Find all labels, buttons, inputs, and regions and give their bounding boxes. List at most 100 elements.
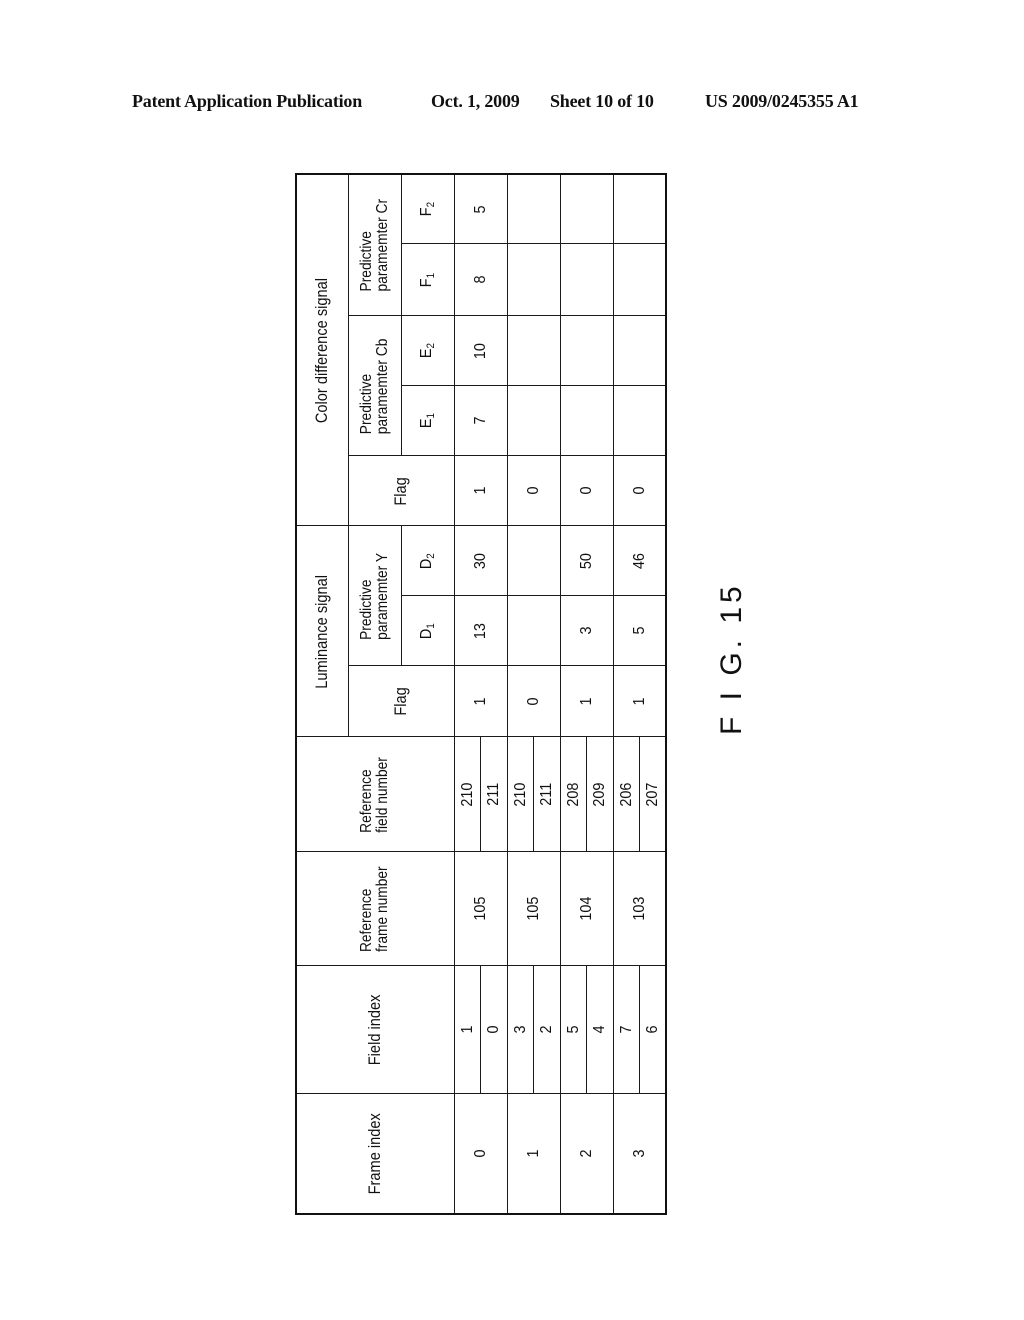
cell-frame-index-value: 0 (472, 1149, 489, 1158)
cell-d2 (507, 526, 560, 596)
cell-field-index-sub-cell: 4 (587, 967, 613, 1094)
cell-reference-field-number: 206 207 (613, 737, 666, 852)
header-reference-field-number: Reference field number (296, 737, 454, 852)
cell-reference-field-number-value: 206 (617, 782, 635, 807)
cell-d1-value: 13 (472, 622, 489, 640)
cell-d1: 5 (613, 596, 666, 666)
header-pred-cb-text: Predictive paramemter Cb (358, 338, 391, 434)
cell-field-index-split: 32 (507, 966, 560, 1094)
cell-luma-flag-value: 1 (630, 697, 648, 706)
header-line: field number (374, 756, 392, 833)
header-frame-index: Frame index (296, 1094, 454, 1214)
cell-reference-field-number-value: 209 (591, 782, 609, 807)
cell-f1 (560, 244, 613, 316)
cell-e1 (560, 386, 613, 456)
cell-d2-value: 30 (472, 552, 489, 570)
cell-f2 (560, 173, 613, 244)
header-line: frame number (374, 866, 392, 952)
cell-f1 (507, 244, 560, 316)
cell-e1: 7 (454, 386, 507, 456)
cell-reference-frame-number: 104 (560, 852, 613, 966)
cell-d2: 30 (454, 526, 507, 596)
cell-chroma-flag: 1 (454, 456, 507, 526)
header-luminance-signal: Luminance signal (296, 526, 348, 737)
cell-field-index-split: 76 (613, 966, 666, 1094)
cell-f2 (507, 173, 560, 244)
param-letter: D (418, 558, 435, 569)
sheet-number: Sheet 10 of 10 (550, 91, 654, 111)
cell-f2 (613, 173, 666, 244)
cell-reference-field-number-value: 211 (538, 783, 556, 806)
header-field-index: Field index (296, 966, 454, 1094)
cell-frame-index-value: 2 (578, 1149, 595, 1158)
cell-frame-index-value: 3 (630, 1149, 648, 1158)
cell-field-index-value: 7 (617, 1025, 635, 1035)
cell-field-index-split: 54 (560, 966, 613, 1094)
table-row: 1 3 2 105 210 211 0 0 (507, 173, 560, 1214)
cell-field-index: 54 (560, 966, 613, 1094)
cell-luma-flag: 1 (560, 666, 613, 737)
cell-d1: 3 (560, 596, 613, 666)
param-letter: F (418, 278, 435, 288)
cell-luma-flag: 1 (613, 666, 666, 737)
cell-d2: 46 (613, 526, 666, 596)
cell-e1-value: 7 (472, 416, 489, 426)
cell-field-index: 32 (507, 966, 560, 1094)
cell-reference-frame-number-value: 103 (630, 896, 648, 922)
header-luma-flag: Flag (348, 666, 454, 737)
cell-d1-value: 3 (578, 626, 595, 636)
header-pred-y-text: Predictive paramemter Y (358, 553, 391, 640)
cell-chroma-flag: 0 (507, 456, 560, 526)
cell-reference-frame-number: 105 (507, 852, 560, 966)
param-letter: E (418, 348, 435, 359)
cell-field-index-value: 6 (643, 1025, 661, 1035)
cell-luma-flag-value: 1 (578, 697, 595, 706)
cell-chroma-flag: 0 (613, 456, 666, 526)
cell-reference-field-number-value: 211 (485, 783, 503, 806)
cell-chroma-flag-value: 0 (630, 486, 648, 496)
cell-chroma-flag-value: 0 (525, 486, 542, 496)
header-frame-index-text: Frame index (365, 1113, 385, 1195)
cell-chroma-flag-value: 0 (578, 486, 595, 496)
cell-reference-field-number-sub-cell: 207 (640, 738, 665, 852)
cell-chroma-flag-value: 1 (472, 486, 489, 496)
header-line: Reference (358, 888, 376, 952)
cell-reference-field-number-split: 206 207 (613, 737, 666, 852)
cell-reference-field-number-split: 208 209 (560, 737, 613, 852)
cell-field-index-sub-cell: 2 (534, 967, 560, 1094)
header-d1: D1 (401, 596, 454, 666)
cell-d1 (507, 596, 560, 666)
cell-reference-frame-number-value: 104 (578, 896, 595, 922)
cell-d2-value: 50 (578, 552, 595, 570)
cell-field-index-value: 4 (591, 1025, 609, 1035)
cell-f1 (613, 244, 666, 316)
cell-reference-frame-number: 103 (613, 852, 666, 966)
cell-field-index-sub-cell: 1 (454, 966, 481, 1094)
header-color-difference-signal-text: Color difference signal (312, 277, 332, 423)
cell-luma-flag-value: 1 (472, 697, 489, 706)
cell-reference-field-number-split: 210 211 (454, 737, 507, 852)
header-color-difference-signal: Color difference signal (296, 173, 348, 526)
header-row-group: Frame index Field index Reference frame n… (296, 173, 454, 1214)
header-pred-cr-text: Predictive paramemter Cr (358, 198, 391, 292)
header-line: paramemter Cr (373, 198, 391, 292)
cell-frame-index: 2 (560, 1094, 613, 1214)
header-luminance-signal-text: Luminance signal (312, 574, 332, 689)
header-flag-text: Flag (391, 476, 410, 506)
cell-frame-index-value: 1 (525, 1149, 542, 1158)
publication-label: Patent Application Publication (132, 91, 363, 111)
cell-reference-field-number-value: 207 (643, 782, 661, 807)
header-e1: E1 (401, 386, 454, 456)
cell-f1-value: 8 (472, 275, 489, 285)
cell-e2 (613, 316, 666, 386)
header-flag-text: Flag (391, 687, 410, 716)
table-body: 0 1 0 105 210 211 1 13 30 1 7 10 8 5 1 3 2 105 210 211 0 0 2 5 4… (454, 173, 666, 1214)
cell-reference-field-number: 210 211 (454, 737, 507, 852)
cell-field-index: 76 (613, 966, 666, 1094)
cell-field-index-split: 10 (454, 966, 507, 1094)
table-row: 3 7 6 103 206 207 1 5 46 0 (613, 173, 666, 1214)
cell-reference-frame-number-value: 105 (472, 896, 489, 922)
cell-field-index-sub-cell: 5 (560, 966, 587, 1094)
cell-e2: 10 (454, 316, 507, 386)
publication-date: Oct. 1, 2009 (431, 91, 520, 111)
